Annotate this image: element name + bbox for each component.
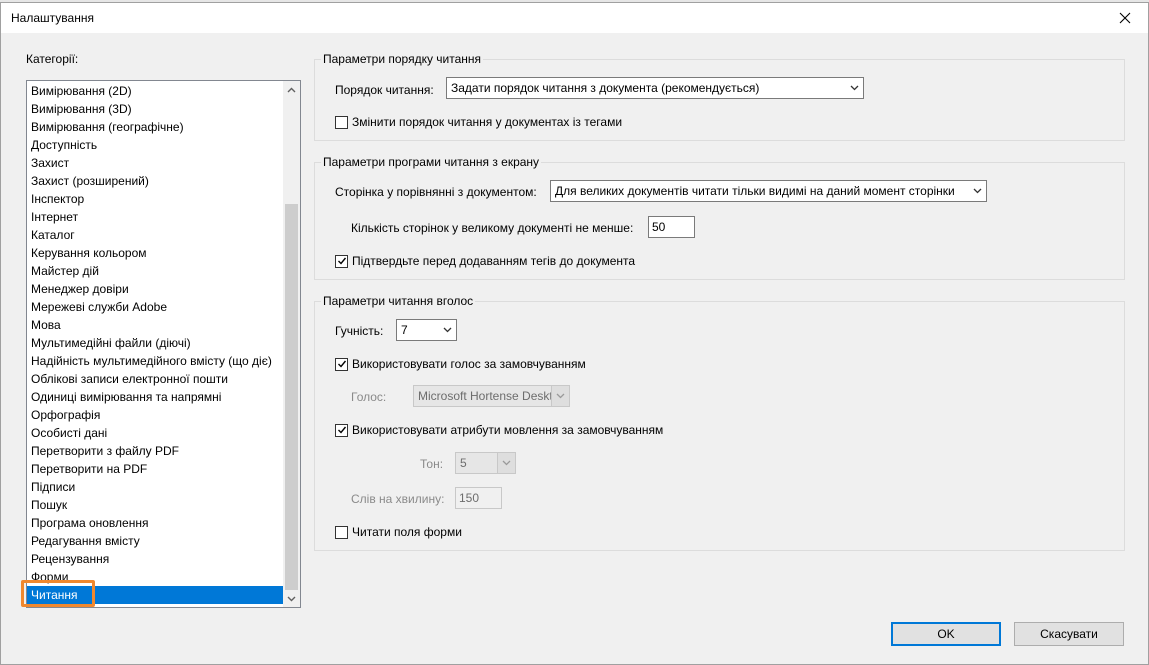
screen-reader-title: Параметри програми читання з екрану xyxy=(321,155,542,169)
dropdown-button[interactable] xyxy=(968,181,986,201)
category-item[interactable]: Рецензування xyxy=(27,550,284,568)
pitch-value: 5 xyxy=(460,456,467,470)
category-item[interactable]: Захист (розширений) xyxy=(27,172,284,190)
cancel-button[interactable]: Скасувати xyxy=(1014,622,1124,646)
default-attributes-label: Використовувати атрибути мовлення за зам… xyxy=(352,423,664,437)
override-reading-order-label: Змінити порядок читання у документах із … xyxy=(352,115,623,129)
pitch-select[interactable]: 5 xyxy=(455,452,516,474)
read-forms-checkbox[interactable] xyxy=(335,525,348,539)
default-voice-checkbox[interactable] xyxy=(335,357,348,371)
page-vs-doc-value: Для великих документів читати тільки вид… xyxy=(555,184,955,198)
default-attributes-checkbox-row[interactable]: Використовувати атрибути мовлення за зам… xyxy=(335,423,663,437)
scroll-down-button[interactable] xyxy=(283,590,300,607)
category-item[interactable]: Вимірювання (2D) xyxy=(27,82,284,100)
category-item[interactable]: Програма оновлення xyxy=(27,514,284,532)
categories-scrollbar[interactable] xyxy=(283,81,300,607)
categories-label: Категорії: xyxy=(26,52,79,66)
category-item[interactable]: Інтернет xyxy=(27,208,284,226)
override-reading-order-checkbox[interactable] xyxy=(335,115,348,129)
default-voice-checkbox-row[interactable]: Використовувати голос за замовчуванням xyxy=(335,357,586,371)
category-item[interactable]: Перетворити на PDF xyxy=(27,460,284,478)
category-item[interactable]: Інспектор xyxy=(27,190,284,208)
chevron-down-icon xyxy=(443,327,451,333)
category-item[interactable]: Мультимедійні файли (діючі) xyxy=(27,334,284,352)
confirm-tags-checkbox-row[interactable]: Підтвердьте перед додаванням тегів до до… xyxy=(335,254,635,268)
category-item[interactable]: Вимірювання (географічне) xyxy=(27,118,284,136)
category-item[interactable]: Мережеві служби Adobe xyxy=(27,298,284,316)
category-item[interactable]: Читання xyxy=(27,586,284,604)
category-item[interactable]: Каталог xyxy=(27,226,284,244)
close-button[interactable] xyxy=(1102,3,1148,33)
ok-button[interactable]: OK xyxy=(891,622,1001,646)
read-aloud-title: Параметри читання вголос xyxy=(321,294,476,308)
wpm-input[interactable]: 150 xyxy=(455,487,502,509)
category-item[interactable]: Перетворити з файлу PDF xyxy=(27,442,284,460)
dropdown-button[interactable] xyxy=(497,453,515,473)
category-item[interactable]: Доступність xyxy=(27,136,284,154)
pitch-label: Тон: xyxy=(420,457,444,471)
preferences-dialog: Налаштування Категорії: Вимірювання (2D)… xyxy=(0,2,1149,665)
page-vs-doc-label: Сторінка у порівнянні з документом: xyxy=(335,185,537,199)
categories-listbox[interactable]: Вимірювання (2D) Вимірювання (3D) Вимірюва… xyxy=(26,80,301,608)
page-vs-doc-select[interactable]: Для великих документів читати тільки вид… xyxy=(550,180,987,202)
voice-select[interactable]: Microsoft Hortense Desktop xyxy=(413,385,570,407)
category-item[interactable]: Мова xyxy=(27,316,284,334)
category-item[interactable]: Підписи xyxy=(27,478,284,496)
volume-label: Гучність: xyxy=(335,324,384,338)
checkmark-icon xyxy=(337,426,346,434)
chevron-down-icon xyxy=(556,393,565,399)
reading-order-label: Порядок читання: xyxy=(335,83,434,97)
close-icon xyxy=(1119,12,1131,24)
category-item[interactable]: Керування кольором xyxy=(27,244,284,262)
voice-label: Голос: xyxy=(351,390,387,404)
override-reading-order-checkbox-row[interactable]: Змінити порядок читання у документах із … xyxy=(335,115,622,129)
wpm-label: Слів на хвилину: xyxy=(351,492,445,506)
categories-list: Вимірювання (2D) Вимірювання (3D) Вимірюва… xyxy=(27,82,284,604)
reading-order-title: Параметри порядку читання xyxy=(321,52,484,66)
category-item[interactable]: Орфографія xyxy=(27,406,284,424)
dropdown-button[interactable] xyxy=(845,78,863,98)
reading-order-value: Задати порядок читання з документа (реко… xyxy=(451,81,760,95)
default-attributes-checkbox[interactable] xyxy=(335,423,348,437)
chevron-down-icon xyxy=(973,188,981,194)
confirm-tags-checkbox[interactable] xyxy=(335,254,348,268)
category-item[interactable]: Особисті дані xyxy=(27,424,284,442)
category-item[interactable]: Пошук xyxy=(27,496,284,514)
window-title: Налаштування xyxy=(11,11,94,25)
category-item[interactable]: Надійність мультимедійного вмісту (що ді… xyxy=(27,352,284,370)
chevron-down-icon xyxy=(850,85,858,91)
category-item[interactable]: Захист xyxy=(27,154,284,172)
reading-order-select[interactable]: Задати порядок читання з документа (реко… xyxy=(446,77,864,99)
read-forms-checkbox-row[interactable]: Читати поля форми xyxy=(335,525,462,539)
min-pages-input[interactable]: 50 xyxy=(648,216,695,238)
dropdown-button[interactable] xyxy=(438,320,456,340)
default-voice-label: Використовувати голос за замовчуванням xyxy=(352,357,586,371)
category-item[interactable]: Менеджер довіри xyxy=(27,280,284,298)
volume-select[interactable]: 7 xyxy=(396,319,457,341)
read-forms-label: Читати поля форми xyxy=(352,525,462,539)
scroll-up-button[interactable] xyxy=(283,81,300,98)
title-bar: Налаштування xyxy=(1,3,1148,33)
voice-value: Microsoft Hortense Desktop xyxy=(418,389,551,403)
category-item[interactable]: Облікові записи електронної пошти xyxy=(27,370,284,388)
dropdown-button[interactable] xyxy=(551,386,569,406)
category-item[interactable]: Форми xyxy=(27,568,284,586)
checkmark-icon xyxy=(337,360,346,368)
category-item[interactable]: Майстер дій xyxy=(27,262,284,280)
checkmark-icon xyxy=(337,257,346,265)
category-item[interactable]: Вимірювання (3D) xyxy=(27,100,284,118)
confirm-tags-label: Підтвердьте перед додаванням тегів до до… xyxy=(352,254,636,268)
category-item[interactable]: Редагування вмісту xyxy=(27,532,284,550)
chevron-down-icon xyxy=(502,460,511,466)
scroll-thumb[interactable] xyxy=(285,204,298,590)
volume-value: 7 xyxy=(401,323,408,337)
category-item[interactable]: Одиниці вимірювання та напрямні xyxy=(27,388,284,406)
min-pages-label: Кількість сторінок у великому документі … xyxy=(351,221,634,235)
chevron-up-icon xyxy=(287,87,296,92)
chevron-down-icon xyxy=(287,596,296,601)
